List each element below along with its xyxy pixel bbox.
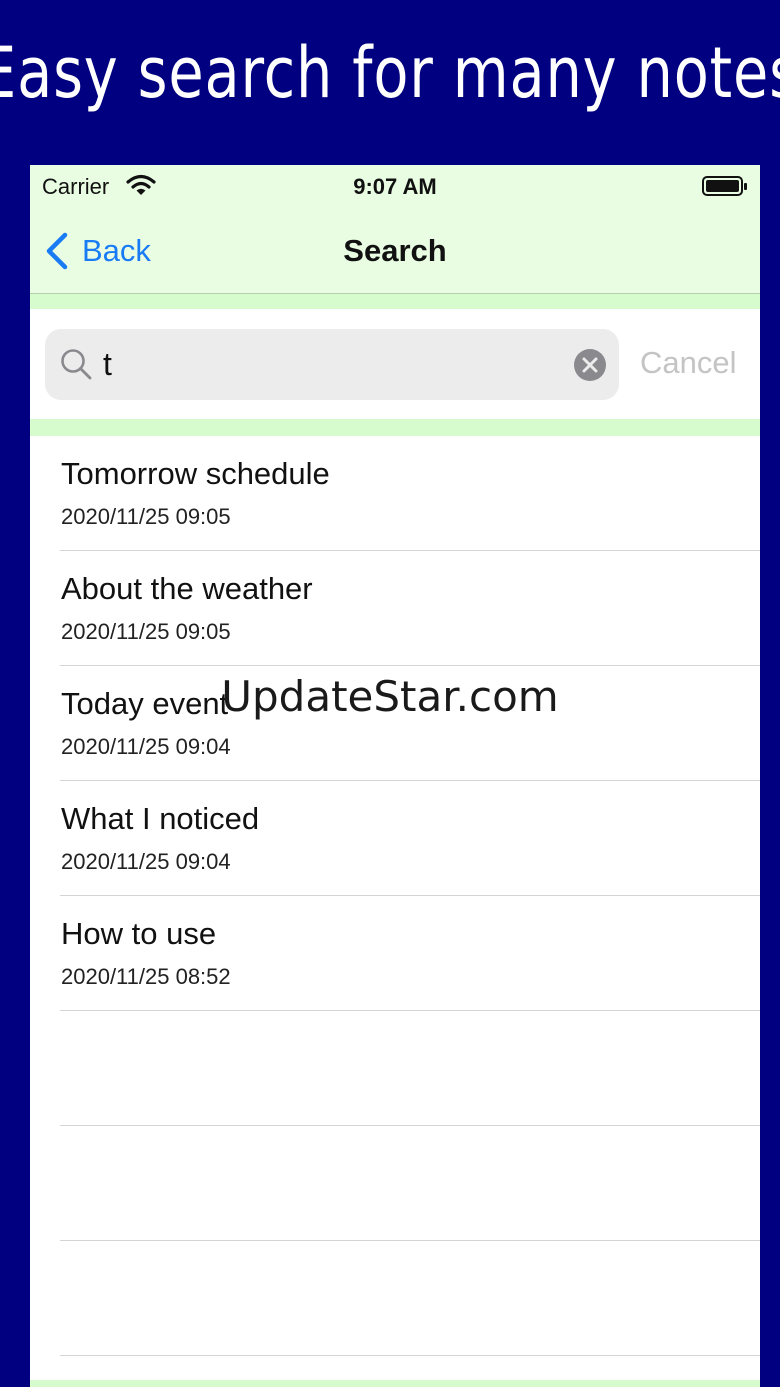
note-title: How to use bbox=[61, 916, 217, 951]
note-date: 2020/11/25 09:04 bbox=[61, 734, 231, 759]
search-icon bbox=[61, 349, 92, 380]
note-title: Today event bbox=[61, 686, 229, 721]
note-title: Tomorrow schedule bbox=[61, 456, 330, 491]
note-date: 2020/11/25 09:05 bbox=[61, 504, 231, 529]
page-title: Search bbox=[343, 233, 447, 268]
list-item[interactable]: About the weather 2020/11/25 09:05 bbox=[30, 551, 760, 666]
list-item[interactable]: What I noticed 2020/11/25 09:04 bbox=[30, 781, 760, 896]
promo-banner: Easy search for many notes bbox=[0, 0, 780, 165]
navigation-bar: Back Search bbox=[30, 209, 760, 294]
row-separator bbox=[60, 1355, 760, 1356]
banner-headline: Easy search for many notes bbox=[0, 31, 780, 114]
list-item[interactable]: Today event 2020/11/25 09:04 bbox=[30, 666, 760, 781]
cancel-button[interactable]: Cancel bbox=[640, 345, 737, 381]
status-time: 9:07 AM bbox=[353, 174, 437, 199]
list-item[interactable]: How to use 2020/11/25 08:52 bbox=[30, 896, 760, 1011]
divider-strip bbox=[30, 294, 760, 309]
divider-strip bbox=[30, 419, 760, 436]
note-date: 2020/11/25 08:52 bbox=[61, 964, 231, 989]
search-bar: Cancel bbox=[30, 309, 760, 419]
note-date: 2020/11/25 09:05 bbox=[61, 619, 231, 644]
empty-row bbox=[30, 1241, 760, 1356]
list-item[interactable]: Tomorrow schedule 2020/11/25 09:05 bbox=[30, 436, 760, 551]
search-results-list: Tomorrow schedule 2020/11/25 09:05 About… bbox=[30, 436, 760, 1356]
search-input[interactable] bbox=[103, 343, 553, 385]
phone-screen: Carrier 9:07 AM Back Search t Cancel Tom… bbox=[30, 165, 760, 1387]
note-date: 2020/11/25 09:04 bbox=[61, 849, 231, 874]
empty-row bbox=[30, 1011, 760, 1126]
empty-row bbox=[30, 1126, 760, 1241]
note-title: About the weather bbox=[61, 571, 313, 606]
bottom-strip bbox=[30, 1380, 760, 1387]
search-field[interactable] bbox=[45, 329, 619, 400]
status-bar: Carrier 9:07 AM bbox=[30, 165, 760, 209]
clear-search-icon[interactable] bbox=[573, 348, 607, 382]
note-title: What I noticed bbox=[61, 801, 260, 836]
battery-icon bbox=[702, 176, 747, 196]
